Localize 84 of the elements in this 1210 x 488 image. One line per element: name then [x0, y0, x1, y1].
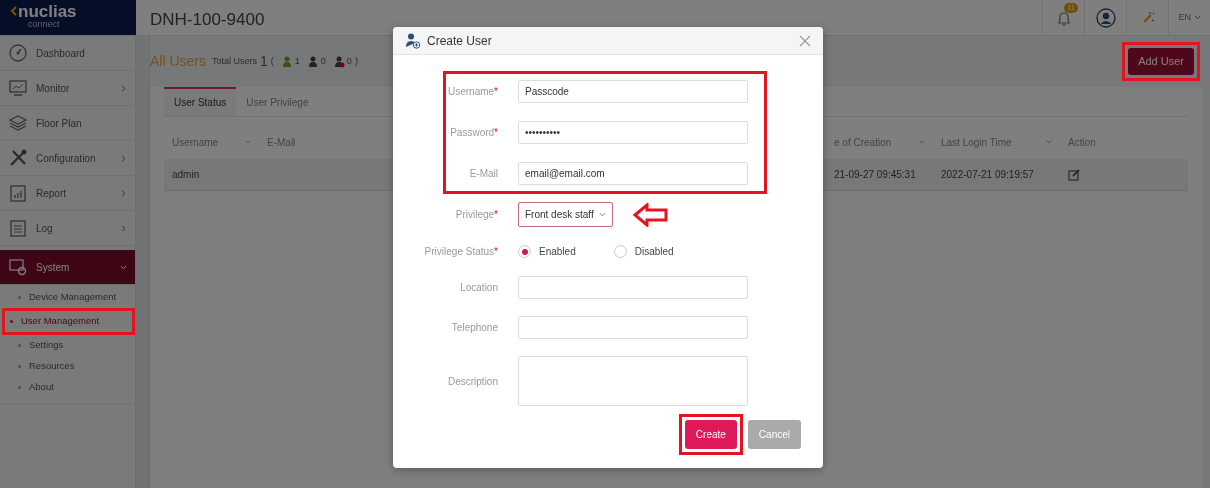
user-count: 1	[294, 54, 300, 68]
caret-down-icon	[1193, 14, 1201, 20]
total-users-label: Total Users	[212, 54, 258, 68]
gauge-icon	[8, 43, 28, 63]
sidebar-item[interactable]: Floor Plan	[0, 106, 135, 141]
user-icon	[281, 55, 293, 68]
sidebar-item[interactable]: Log	[0, 211, 135, 246]
chevron-left-icon	[10, 5, 18, 17]
chevron-right-icon	[120, 224, 127, 232]
field-label: Username	[447, 86, 495, 97]
add-user-button[interactable]: Add User	[1128, 48, 1194, 75]
input-field[interactable]	[518, 316, 748, 339]
field-label: Privilege Status	[424, 246, 495, 257]
add-user-icon	[405, 32, 421, 49]
text-area[interactable]	[518, 356, 748, 406]
user-count: 0	[346, 54, 352, 68]
radio-option[interactable]: Enabled	[518, 244, 576, 259]
cancel-button[interactable]: Cancel	[747, 420, 801, 449]
table-cell-text: admin	[172, 168, 200, 182]
notification-badge: 11	[1064, 2, 1079, 13]
input-field[interactable]: email@email.com	[518, 162, 748, 185]
sidebar-item[interactable]: Monitor	[0, 71, 135, 106]
monitor-icon	[8, 78, 28, 98]
sidebar-item[interactable]: System	[0, 250, 135, 285]
layers-icon	[8, 113, 28, 133]
modal-title: Create User	[427, 32, 492, 50]
total-users-count: 1	[260, 52, 268, 71]
radio-option[interactable]: Disabled	[613, 244, 674, 259]
table-cell-text: 2022-07-21 09:19:57	[941, 168, 1034, 182]
page-title: All Users	[150, 52, 206, 71]
sidebar-subitem[interactable]: User Management	[5, 311, 132, 332]
create-button[interactable]: Create	[684, 420, 737, 449]
tab[interactable]: User Status	[164, 87, 237, 116]
column-header[interactable]: E-Mail	[267, 134, 296, 150]
brand-tagline: connect	[28, 20, 61, 29]
tools-icon	[8, 148, 28, 168]
required-mark: *	[494, 209, 498, 220]
sort-caret-icon	[1046, 140, 1052, 144]
sidebar-subitem[interactable]: Resources	[10, 356, 135, 377]
required-mark: *	[494, 246, 498, 257]
required-mark: *	[494, 86, 498, 97]
close-icon[interactable]	[799, 34, 811, 47]
language-menu[interactable]: EN	[1178, 10, 1201, 25]
sidebar-item[interactable]: Dashboard	[0, 36, 135, 71]
system-gear-icon	[8, 257, 28, 277]
avatar-icon[interactable]	[1095, 7, 1116, 28]
field-label: Location	[460, 282, 498, 293]
input-field[interactable]: ••••••••••	[518, 121, 748, 144]
user-count: 0	[320, 54, 326, 68]
required-mark: *	[494, 127, 498, 138]
privilege-select[interactable]: Front desk staff	[518, 202, 613, 227]
chevron-right-icon	[120, 84, 127, 92]
arrow-icon	[632, 202, 669, 227]
chevron-down-icon	[120, 263, 127, 271]
column-header[interactable]: Action	[1068, 134, 1096, 150]
caret-down-icon	[598, 212, 606, 217]
field-label: Telephone	[451, 322, 498, 333]
sort-caret-icon	[919, 140, 925, 144]
device-title: DNH-100-9400	[149, 9, 266, 31]
chevron-right-icon	[120, 154, 127, 162]
paren: )	[354, 54, 358, 68]
report-icon	[8, 183, 28, 203]
sidebar-item[interactable]: Configuration	[0, 141, 135, 176]
user-blocked-icon	[333, 55, 345, 68]
sidebar-item[interactable]: Report	[0, 176, 135, 211]
field-label: Password	[450, 127, 495, 138]
paren: (	[270, 54, 274, 68]
sidebar-subitem[interactable]: Device Management	[10, 287, 135, 308]
field-label: Description	[447, 375, 498, 387]
table-cell-text: 21-09-27 09:45:31	[834, 168, 916, 182]
column-header[interactable]: e of Creation	[834, 134, 892, 150]
user-dark-icon	[307, 55, 319, 68]
brand-name: nuclias	[18, 2, 77, 21]
edit-icon[interactable]	[1068, 168, 1080, 181]
sort-caret-icon	[245, 140, 251, 144]
sidebar-subitem[interactable]: About	[10, 377, 135, 398]
sidebar-subitem[interactable]: Settings	[10, 335, 135, 356]
chevron-right-icon	[120, 189, 127, 197]
input-field[interactable]: Passcode	[518, 80, 748, 103]
field-label: Privilege	[455, 209, 495, 220]
column-header[interactable]: Username	[172, 134, 219, 150]
field-label: E-Mail	[469, 168, 498, 179]
log-icon	[8, 218, 28, 238]
input-field[interactable]	[518, 276, 748, 299]
